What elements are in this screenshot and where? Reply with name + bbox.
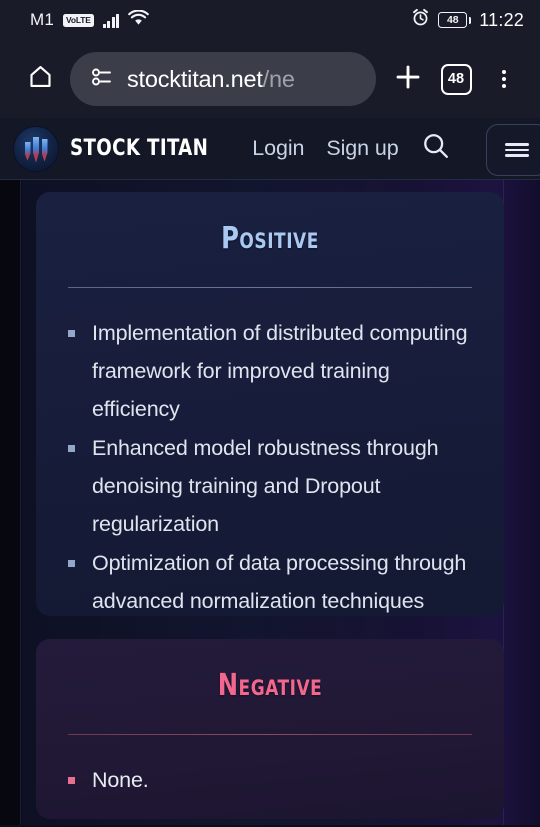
status-bar-right: 48 11:22 [411,8,524,32]
negative-card: Negative None. [36,639,504,819]
volte-badge: VoLTE [63,13,94,27]
battery-icon: 48 [438,12,472,28]
url-bar[interactable]: stocktitan.net/ne [70,52,376,106]
tune-icon[interactable] [88,66,114,93]
positive-card-title: Positive [221,221,319,256]
list-item: Optimization of data processing through … [66,544,474,620]
phone-screen: M1 VoLTE 48 11:22 stocktitan.net/ne 48 S… [0,0,540,827]
kebab-menu-icon [501,67,507,91]
alarm-clock-icon [411,8,430,32]
login-link[interactable]: Login [252,136,304,161]
battery-level-label: 48 [446,13,459,26]
positive-card: Positive Implementation of distributed c… [36,192,504,616]
url-text: stocktitan.net/ne [127,66,295,93]
tab-count-label: 48 [447,70,465,87]
negative-card-divider [68,734,472,735]
url-path: /ne [262,65,295,92]
negative-card-title: Negative [217,668,323,703]
brand-name[interactable]: STOCK TITAN [70,136,208,161]
page-content: Positive Implementation of distributed c… [0,180,540,825]
status-bar-left: M1 VoLTE [30,9,150,31]
carrier-label: M1 [30,10,55,29]
browser-menu-button[interactable] [482,57,526,101]
hamburger-icon [505,140,529,160]
list-item: Enhanced model robustness through denois… [66,429,474,543]
site-header: STOCK TITAN Login Sign up [0,118,540,180]
status-bar-clock: 11:22 [479,9,524,30]
signal-bars-icon [102,13,120,28]
home-icon [27,63,54,95]
search-icon [421,131,451,166]
android-status-bar: M1 VoLTE 48 11:22 [0,0,540,40]
site-menu-button[interactable] [486,124,540,176]
positive-bullet-list: Implementation of distributed computing … [66,314,474,620]
wifi-icon [128,9,150,31]
search-button[interactable] [419,132,453,166]
list-item: None. [66,761,474,799]
tab-switcher-button[interactable]: 48 [434,57,478,101]
plus-icon [393,62,423,97]
list-item: Implementation of distributed computing … [66,314,474,428]
stock-titan-logo-icon[interactable] [14,126,58,171]
tab-counter-icon: 48 [440,63,472,95]
url-domain: stocktitan.net [127,65,263,92]
new-tab-button[interactable] [386,57,430,101]
browser-toolbar: stocktitan.net/ne 48 [0,40,540,118]
negative-bullet-list: None. [66,761,474,799]
header-nav: Login Sign up [252,136,398,161]
signup-link[interactable]: Sign up [326,136,398,161]
home-button[interactable] [18,57,62,101]
positive-card-divider [68,287,472,288]
